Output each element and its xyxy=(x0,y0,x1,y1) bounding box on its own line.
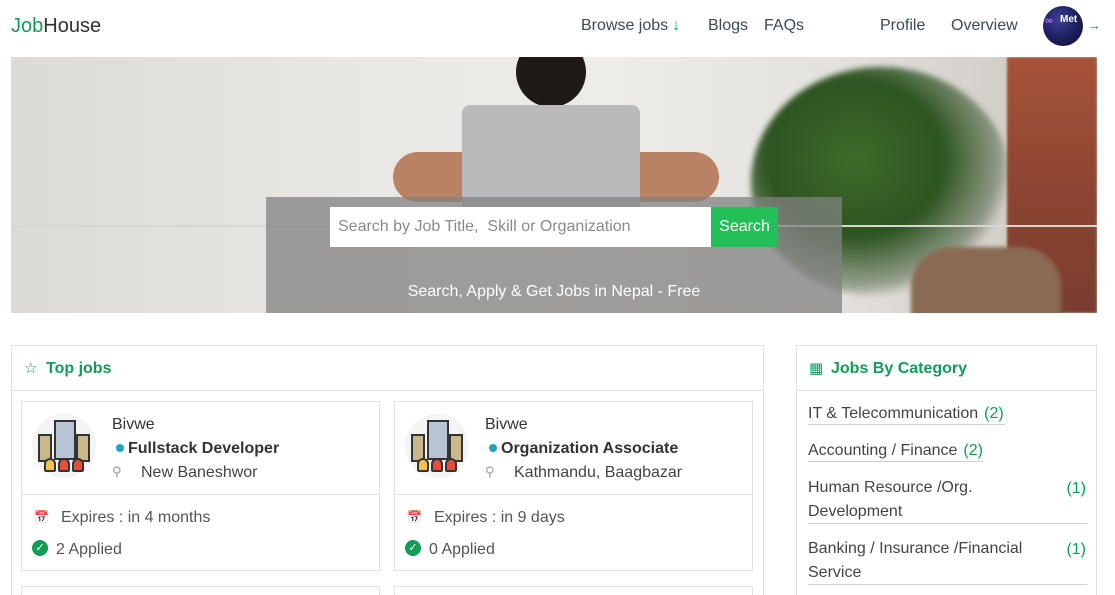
job-card[interactable] xyxy=(21,586,380,595)
brand-accent: Job xyxy=(11,15,44,37)
logout-arrow-icon[interactable]: → xyxy=(1087,17,1101,33)
location-pin-icon: ⚲ xyxy=(112,464,122,479)
company-logo xyxy=(405,414,469,478)
check-circle-icon: ✓ xyxy=(32,540,48,556)
nav-blogs[interactable]: Blogs xyxy=(708,17,748,35)
category-count: (2) xyxy=(963,442,983,459)
category-count: (2) xyxy=(984,405,1004,422)
category-underline xyxy=(808,584,1087,585)
job-title-text: Fullstack Developer xyxy=(128,440,280,457)
category-item-it[interactable]: IT & Telecommunication (2) xyxy=(808,402,1004,426)
job-expires: Expires : in 4 months xyxy=(61,509,211,526)
category-title: Jobs By Category xyxy=(831,360,968,377)
category-label: Accounting / Finance xyxy=(808,442,958,459)
grid-icon: ▦ xyxy=(809,360,824,377)
nav-faqs[interactable]: FAQs xyxy=(764,17,804,35)
job-card[interactable]: Bivwe Fullstack Developer ⚲ New Baneshwo… xyxy=(21,401,380,571)
job-location: New Baneshwor xyxy=(141,464,258,481)
calendar-icon: 📅 xyxy=(407,510,422,524)
nav-overview[interactable]: Overview xyxy=(951,17,1018,35)
job-card[interactable] xyxy=(394,586,753,595)
category-label-line2: Development xyxy=(808,503,903,520)
top-jobs-panel: ☆ Top jobs Bivwe Fullstack Developer ⚲ N… xyxy=(11,345,764,595)
status-dot xyxy=(489,444,497,452)
category-panel: ▦ Jobs By Category IT & Telecommunicatio… xyxy=(796,345,1097,595)
arrow-down-icon: ↓ xyxy=(672,17,681,34)
category-label-line1: Banking / Insurance /Financial xyxy=(808,540,1023,557)
check-circle-icon: ✓ xyxy=(405,540,421,556)
navbar: JobHouse Browse jobs ↓ Blogs FAQs Profile… xyxy=(0,0,1115,56)
nav-profile[interactable]: Profile xyxy=(880,17,925,35)
company-name[interactable]: Bivwe xyxy=(112,416,155,434)
category-item-banking[interactable]: Banking / Insurance /Financial Service xyxy=(808,537,1022,585)
applied-count: 2 Applied xyxy=(56,541,122,558)
category-label-line2: Service xyxy=(808,564,862,581)
hero-tagline: Search, Apply & Get Jobs in Nepal - Free xyxy=(407,283,701,300)
brand-logo[interactable]: JobHouse xyxy=(11,15,101,38)
brand-rest: House xyxy=(43,15,102,37)
top-jobs-header: ☆ Top jobs xyxy=(12,346,763,391)
category-item-accounting[interactable]: Accounting / Finance (2) xyxy=(808,439,983,463)
category-label-line1: Human Resource /Org. xyxy=(808,479,973,496)
category-underline xyxy=(808,523,1087,524)
avatar-text: Met xyxy=(1060,14,1078,25)
status-dot xyxy=(116,444,124,452)
category-count: (1) xyxy=(1066,541,1086,558)
top-jobs-title: Top jobs xyxy=(46,360,112,377)
person-head-image xyxy=(516,57,586,107)
star-icon: ☆ xyxy=(24,360,38,377)
job-expires: Expires : in 9 days xyxy=(434,509,565,526)
calendar-icon: 📅 xyxy=(34,510,49,524)
job-title-text: Organization Associate xyxy=(501,440,679,457)
job-title[interactable]: Organization Associate xyxy=(489,440,678,458)
location-pin-icon: ⚲ xyxy=(485,464,495,479)
chair-image xyxy=(911,247,1061,313)
job-location: Kathmandu, Baagbazar xyxy=(514,464,683,481)
applied-count: 0 Applied xyxy=(429,541,495,558)
search-button[interactable]: Search xyxy=(711,207,778,247)
category-underline xyxy=(808,424,1005,425)
category-header: ▦ Jobs By Category xyxy=(797,346,1096,391)
card-divider xyxy=(22,494,379,495)
job-card[interactable]: Bivwe Organization Associate ⚲ Kathmandu… xyxy=(394,401,753,571)
category-label: IT & Telecommunication xyxy=(808,405,979,422)
category-underline xyxy=(808,461,983,462)
company-logo xyxy=(32,414,96,478)
job-search-input[interactable] xyxy=(330,207,711,247)
company-name[interactable]: Bivwe xyxy=(485,416,528,434)
card-divider xyxy=(395,494,752,495)
job-title[interactable]: Fullstack Developer xyxy=(116,440,279,458)
category-count: (1) xyxy=(1066,480,1086,497)
category-item-hr[interactable]: Human Resource /Org. Development xyxy=(808,476,973,524)
nav-browse-jobs-label: Browse jobs xyxy=(581,17,669,34)
meta-logo-icon: ∞ xyxy=(1045,15,1053,27)
nav-browse-jobs[interactable]: Browse jobs ↓ xyxy=(581,17,680,35)
